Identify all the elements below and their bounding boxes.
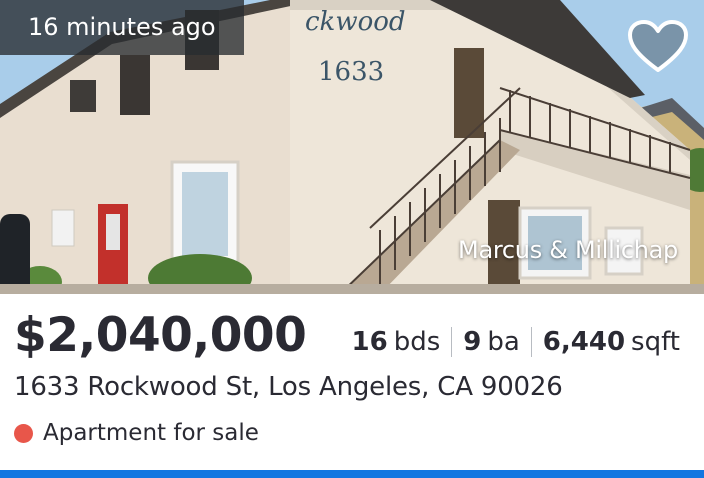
listing-card[interactable]: ckwood 1633 16 minutes ago Marcus & Mill…	[0, 0, 704, 478]
baths-count: 9	[463, 327, 482, 357]
sign-number: 1633	[318, 57, 384, 87]
listing-status: Apartment for sale	[14, 420, 259, 446]
listing-address[interactable]: 1633 Rockwood St, Los Angeles, CA 90026	[14, 372, 563, 402]
listing-price: $2,040,000	[14, 308, 307, 363]
baths-unit: ba	[487, 327, 520, 357]
brokerage-name: Marcus & Millichap	[458, 236, 678, 264]
time-listed-badge: 16 minutes ago	[0, 0, 244, 55]
heart-outline-icon	[628, 20, 688, 72]
status-text: Apartment for sale	[43, 420, 259, 446]
sign-name: ckwood	[305, 7, 406, 37]
sqft-unit: sqft	[631, 327, 680, 357]
sqft-count: 6,440	[542, 327, 626, 357]
favorite-button[interactable]	[626, 18, 690, 76]
baths-fact: 9 ba	[463, 327, 520, 357]
beds-unit: bds	[393, 327, 441, 357]
listing-facts: 16 bds 9 ba 6,440 sqft	[352, 327, 680, 357]
accent-bar	[0, 470, 704, 478]
listing-photo[interactable]: ckwood 1633 16 minutes ago Marcus & Mill…	[0, 0, 704, 294]
time-listed-text: 16 minutes ago	[28, 13, 216, 41]
red-dot-icon	[14, 423, 33, 443]
sqft-fact: 6,440 sqft	[543, 327, 680, 357]
fact-divider	[451, 327, 453, 357]
beds-fact: 16 bds	[352, 327, 441, 357]
listing-info: $2,040,000 16 bds 9 ba 6,440 sqft 1633 R…	[0, 294, 704, 478]
fact-divider	[530, 327, 532, 357]
beds-count: 16	[351, 327, 388, 357]
